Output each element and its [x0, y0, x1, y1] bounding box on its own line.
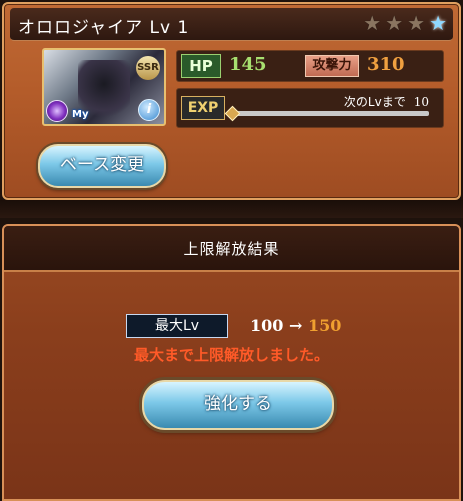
- attack-label: 攻撃力: [305, 55, 359, 77]
- ssr-badge: SSR: [136, 56, 160, 80]
- star-icon: ★: [363, 11, 382, 35]
- star-icon: ★: [429, 11, 447, 35]
- limit-break-dialog: 上限解放結果 最大Lv 100 → 150 最大まで上限解放しました。 強化する: [2, 224, 461, 501]
- exp-label: EXP: [181, 96, 225, 120]
- character-panel: オロロジャイア Lv 1 ★ ★ ★ ★ SSR My i HP 145 攻撃力…: [2, 2, 461, 200]
- info-icon[interactable]: i: [138, 99, 160, 121]
- attack-value: 310: [367, 54, 405, 75]
- new-max-lv: 150: [307, 316, 342, 335]
- enhance-button[interactable]: 強化する: [142, 380, 334, 430]
- next-level-value: 10: [413, 95, 429, 109]
- dialog-title: 上限解放結果: [183, 240, 280, 258]
- dialog-header: 上限解放結果: [4, 226, 459, 272]
- exp-box: EXP 次のLvまで 10: [176, 88, 444, 128]
- rarity-stars: ★ ★ ★ ★: [363, 12, 447, 34]
- hp-label: HP: [181, 54, 221, 78]
- next-level-text: 次のLvまで 10: [344, 93, 429, 110]
- hp-value: 145: [229, 54, 267, 75]
- dark-element-icon: [46, 100, 68, 122]
- character-name: オロロジャイア Lv 1: [18, 18, 190, 38]
- base-change-button[interactable]: ベース変更: [38, 144, 166, 188]
- character-portrait[interactable]: SSR My i: [42, 48, 166, 126]
- result-message: 最大まで上限解放しました。: [133, 346, 329, 364]
- panel-divider: [0, 200, 463, 218]
- arrow-icon: →: [288, 316, 303, 335]
- title-bar: オロロジャイア Lv 1 ★ ★ ★ ★: [10, 8, 453, 41]
- my-badge: My: [72, 109, 89, 120]
- exp-gem-icon: [224, 105, 241, 122]
- exp-bar: [224, 105, 429, 122]
- star-icon: ★: [385, 11, 404, 35]
- max-lv-label: 最大Lv: [126, 314, 228, 338]
- star-icon: ★: [407, 11, 426, 35]
- stats-box: HP 145 攻撃力 310: [176, 50, 444, 82]
- next-level-label: 次のLvまで: [343, 95, 406, 109]
- max-lv-change: 100 → 150: [250, 316, 341, 335]
- old-max-lv: 100: [250, 316, 284, 335]
